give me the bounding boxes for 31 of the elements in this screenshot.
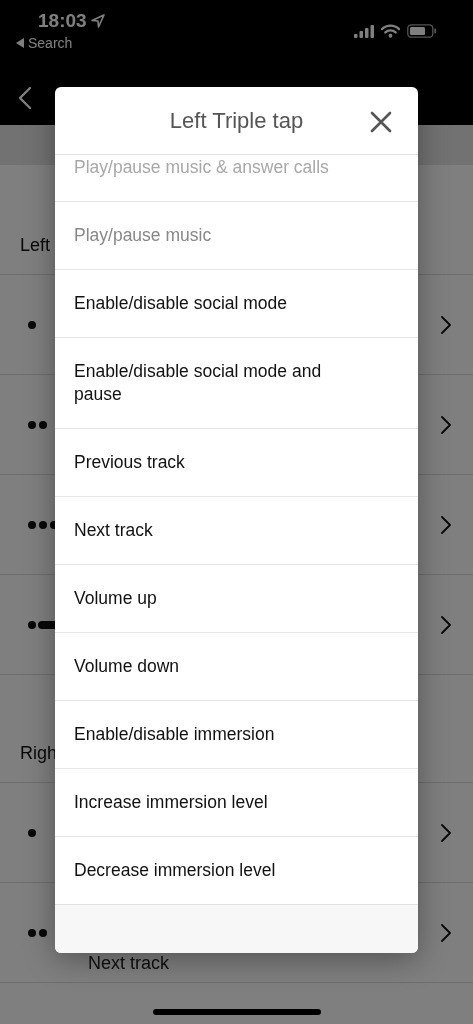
tap-pattern-icon [28, 927, 50, 938]
chevron-right-icon [441, 515, 451, 534]
dialog-title: Left Triple tap [169, 107, 304, 134]
close-icon[interactable] [370, 111, 392, 133]
section-label: Left [20, 235, 51, 256]
section-label: Righ [20, 743, 58, 764]
gesture-action-label: Next track [88, 953, 170, 974]
action-option[interactable]: Enable/disable immersion [55, 701, 418, 769]
signal-icon [354, 24, 374, 38]
location-arrow-icon [90, 14, 105, 28]
action-option[interactable]: Enable/disable social mode [55, 270, 418, 338]
chevron-right-icon [441, 615, 451, 634]
action-option[interactable]: Previous track [55, 429, 418, 497]
tap-pattern-icon [28, 319, 39, 330]
back-triangle-icon [16, 38, 24, 48]
wifi-icon [381, 24, 400, 38]
clock-time: 18:03 [38, 10, 87, 32]
action-option[interactable]: Increase immersion level [55, 769, 418, 837]
battery-icon [407, 24, 437, 38]
action-option[interactable]: Next track [55, 497, 418, 565]
tap-pattern-icon [28, 827, 39, 838]
chevron-right-icon [441, 315, 451, 334]
action-option[interactable]: Volume down [55, 633, 418, 701]
chevron-right-icon [441, 415, 451, 434]
action-option[interactable]: Volume up [55, 565, 418, 633]
action-option[interactable]: Enable/disable social mode and pause [55, 338, 418, 429]
back-to-search-link[interactable]: Search [16, 35, 105, 51]
back-chevron-icon[interactable] [18, 85, 32, 110]
chevron-right-icon [441, 923, 451, 942]
chevron-right-icon [441, 823, 451, 842]
tap-pattern-icon [28, 419, 50, 430]
